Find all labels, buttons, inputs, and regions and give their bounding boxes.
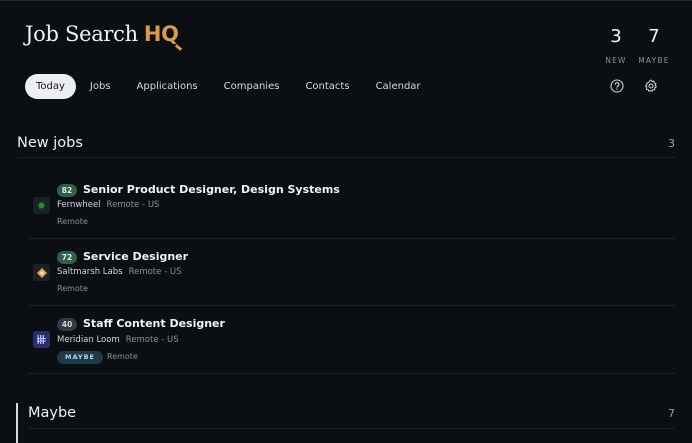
maybe-count: 7 bbox=[668, 406, 675, 420]
main-nav: Today Jobs Applications Companies Contac… bbox=[25, 74, 437, 99]
tab-today[interactable]: Today bbox=[25, 74, 76, 99]
app-title: Job Search bbox=[25, 22, 138, 46]
settings-icon[interactable] bbox=[644, 79, 658, 93]
app-title-accent: HQ bbox=[144, 22, 182, 51]
job-item[interactable]: 82 Senior Product Designer, Design Syste… bbox=[28, 172, 675, 239]
maybe-section-accent-bar bbox=[16, 403, 18, 443]
job-title[interactable]: Staff Content Designer bbox=[83, 317, 225, 330]
maybe-header[interactable]: Maybe 7 bbox=[28, 404, 675, 422]
tab-companies[interactable]: Companies bbox=[214, 74, 290, 99]
job-workmode: Remote bbox=[57, 217, 88, 226]
divider bbox=[17, 157, 675, 158]
saltmarsh-logo-icon bbox=[33, 264, 50, 281]
stat-maybe-value: 7 bbox=[648, 26, 660, 47]
new-jobs-count: 3 bbox=[668, 136, 675, 150]
stat-maybe-label: MAYBE bbox=[638, 56, 670, 65]
stat-new-value: 3 bbox=[610, 26, 622, 47]
new-jobs-header: New jobs 3 bbox=[17, 133, 675, 153]
meridian-logo-icon bbox=[33, 331, 50, 348]
stat-new-label: NEW bbox=[605, 56, 627, 65]
job-company: Meridian Loom Remote - US bbox=[57, 335, 179, 345]
app-window: Job Search HQ 3 NEW 7 MAYBE Today Jobs A… bbox=[0, 0, 692, 443]
fernwheel-logo-icon bbox=[33, 197, 50, 214]
new-jobs-list: 82 Senior Product Designer, Design Syste… bbox=[28, 172, 675, 374]
job-title[interactable]: Service Designer bbox=[83, 250, 188, 263]
app-logo: Job Search HQ bbox=[25, 22, 182, 51]
job-item[interactable]: 72 Service Designer Saltmarsh Labs Remote… bbox=[28, 239, 675, 306]
tab-calendar[interactable]: Calendar bbox=[366, 74, 431, 99]
tab-jobs[interactable]: Jobs bbox=[80, 74, 121, 99]
job-workmode: Remote bbox=[57, 284, 88, 293]
job-workmode: Remote bbox=[107, 352, 138, 361]
tab-applications[interactable]: Applications bbox=[127, 74, 208, 99]
match-score: 72 bbox=[57, 251, 77, 264]
divider bbox=[28, 428, 675, 429]
job-title[interactable]: Senior Product Designer, Design Systems bbox=[83, 183, 340, 196]
maybe-title: Maybe bbox=[28, 405, 77, 421]
help-icon[interactable] bbox=[610, 79, 624, 93]
job-company: Fernwheel Remote - US bbox=[57, 200, 160, 210]
tab-contacts[interactable]: Contacts bbox=[295, 74, 359, 99]
new-jobs-title: New jobs bbox=[17, 135, 83, 151]
match-score: 82 bbox=[57, 184, 77, 197]
job-item[interactable]: 40 Staff Content Designer Meridian Loom R… bbox=[28, 306, 675, 374]
job-company: Saltmarsh Labs Remote - US bbox=[57, 267, 182, 277]
stat-maybe: 7 MAYBE bbox=[633, 26, 675, 66]
stat-new: 3 NEW bbox=[596, 26, 636, 66]
match-score: 40 bbox=[57, 318, 77, 331]
status-badge: MAYBE bbox=[57, 351, 103, 364]
